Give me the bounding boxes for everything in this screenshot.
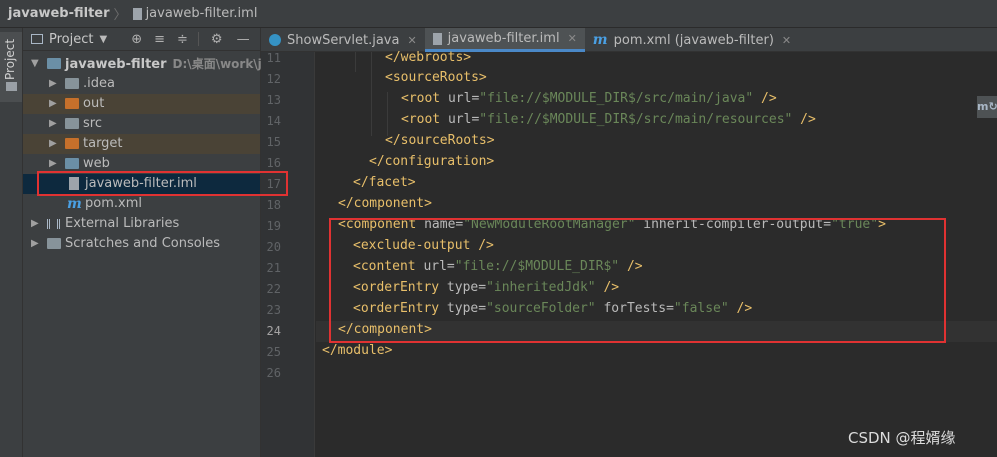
project-panel: Project ▼ ⊕ ≡ ≑ ⚙ — ▼ javaweb-filter D:\桌…	[23, 28, 286, 457]
tab-label: ShowServlet.java	[287, 32, 400, 48]
project-tool-tab[interactable]: Project	[0, 32, 22, 102]
project-panel-header: Project ▼ ⊕ ≡ ≑ ⚙ —	[23, 28, 260, 51]
tree-item-idea[interactable]: ▶ .idea	[23, 74, 260, 94]
line-number-gutter: 11 12 13 14 15 16 17 18 19 20 21 22 23 2…	[261, 51, 315, 457]
line-number: 14	[266, 114, 281, 128]
tree-item-label: out	[83, 96, 105, 111]
code-line-18: </component>	[338, 196, 432, 211]
breadcrumb-file[interactable]: javaweb-filter.iml	[146, 6, 258, 21]
folder-icon	[65, 118, 79, 129]
iml-file-icon	[132, 7, 142, 20]
close-icon[interactable]: ✕	[407, 34, 416, 47]
tab-label: javaweb-filter.iml	[447, 31, 560, 46]
folder-icon	[65, 78, 79, 89]
code-line-17: </facet>	[353, 175, 416, 190]
line-number: 16	[266, 156, 281, 170]
project-panel-title[interactable]: Project	[49, 32, 93, 47]
maven-icon: m	[592, 32, 608, 48]
tree-item-src[interactable]: ▶ src	[23, 114, 260, 134]
line-number: 13	[266, 93, 281, 107]
close-icon[interactable]: ✕	[782, 34, 791, 47]
folder-orange-icon	[65, 138, 79, 149]
highlight-box-component	[329, 218, 946, 343]
tree-item-label: pom.xml	[85, 196, 142, 211]
line-number: 20	[266, 240, 281, 254]
tree-item-external-libraries[interactable]: ▶ External Libraries	[23, 214, 260, 234]
project-tool-tab-label: Project	[3, 38, 17, 80]
line-number: 12	[266, 72, 281, 86]
folder-orange-icon	[65, 98, 79, 109]
code-line-15: </sourceRoots>	[385, 133, 495, 148]
line-number: 21	[266, 261, 281, 275]
expand-all-icon[interactable]: ≡	[154, 32, 165, 47]
highlight-box-tree-item	[37, 171, 288, 196]
close-icon[interactable]: ✕	[568, 32, 577, 45]
project-view-icon	[31, 34, 43, 44]
folder-icon	[6, 82, 17, 91]
tab-iml[interactable]: javaweb-filter.iml ✕	[424, 28, 585, 52]
breadcrumb-separator: 〉	[113, 8, 127, 23]
code-line-13: <root url="file://$MODULE_DIR$/src/main/…	[401, 91, 777, 106]
header-divider	[197, 32, 199, 46]
maven-load-changes-icon[interactable]: m↻	[977, 96, 997, 118]
tab-label: pom.xml (javaweb-filter)	[613, 32, 774, 48]
code-line-16: </configuration>	[369, 154, 495, 169]
breadcrumb: javaweb-filter 〉 javaweb-filter.iml	[0, 0, 997, 28]
line-number-current: 24	[266, 324, 281, 338]
tree-item-label: src	[83, 116, 102, 131]
tab-showservlet[interactable]: ShowServlet.java ✕	[261, 28, 425, 52]
indent-guide	[355, 52, 356, 72]
tree-item-label: Scratches and Consoles	[65, 236, 221, 251]
scratches-icon	[47, 238, 61, 249]
line-number: 22	[266, 282, 281, 296]
tree-item-javaweb-filter[interactable]: ▼ javaweb-filter D:\桌面\work\java	[23, 54, 286, 74]
chevron-right-icon[interactable]: ▶	[49, 114, 57, 134]
chevron-down-icon[interactable]: ▼	[99, 34, 107, 45]
tree-item-out[interactable]: ▶ out	[23, 94, 260, 114]
line-number: 23	[266, 303, 281, 317]
libraries-icon	[47, 219, 60, 229]
breadcrumb-project[interactable]: javaweb-filter	[8, 6, 110, 21]
chevron-right-icon[interactable]: ▶	[49, 134, 57, 154]
line-number: 15	[266, 135, 281, 149]
line-number: 25	[266, 345, 281, 359]
tree-item-label: target	[83, 136, 123, 151]
line-number: 19	[266, 219, 281, 233]
indent-guide	[387, 92, 388, 136]
code-line-12: <sourceRoots>	[385, 70, 487, 85]
tree-item-target[interactable]: ▶ target	[23, 134, 260, 154]
tree-item-pom[interactable]: m pom.xml	[23, 194, 260, 214]
java-class-icon	[269, 34, 281, 46]
editor-tabs: ShowServlet.java ✕ javaweb-filter.iml ✕ …	[261, 28, 997, 52]
chevron-right-icon[interactable]: ▶	[31, 234, 39, 254]
module-folder-icon	[47, 58, 61, 69]
chevron-right-icon[interactable]: ▶	[49, 74, 57, 94]
locate-icon[interactable]: ⊕	[131, 32, 142, 47]
tree-item-scratches[interactable]: ▶ Scratches and Consoles	[23, 234, 260, 254]
minimize-icon[interactable]: —	[237, 32, 250, 47]
tool-window-strip: Project	[0, 28, 23, 457]
collapse-all-icon[interactable]: ≑	[177, 32, 188, 47]
chevron-right-icon[interactable]: ▶	[49, 94, 57, 114]
chevron-down-icon[interactable]: ▼	[31, 54, 39, 74]
line-number: 26	[266, 366, 281, 380]
tree-item-label: .idea	[83, 76, 115, 91]
gear-icon[interactable]: ⚙	[211, 32, 223, 47]
line-number: 18	[266, 198, 281, 212]
web-folder-icon	[65, 158, 79, 169]
code-line-25: </module>	[322, 343, 393, 358]
tree-item-label: External Libraries	[65, 216, 180, 231]
iml-file-icon	[432, 32, 442, 45]
line-number: 11	[266, 51, 281, 65]
code-line-14: <root url="file://$MODULE_DIR$/src/main/…	[401, 112, 816, 127]
tab-pom[interactable]: m pom.xml (javaweb-filter) ✕	[585, 28, 799, 52]
maven-icon: m	[67, 196, 82, 212]
indent-guide	[371, 52, 372, 136]
project-tree: ▼ javaweb-filter D:\桌面\work\java ▶ .idea …	[23, 51, 286, 254]
watermark: CSDN @程婿缘	[848, 429, 956, 447]
code-line-11: </webroots>	[385, 50, 472, 65]
tree-item-label: javaweb-filter D:\桌面\work\java	[65, 57, 286, 72]
chevron-right-icon[interactable]: ▶	[31, 214, 39, 234]
